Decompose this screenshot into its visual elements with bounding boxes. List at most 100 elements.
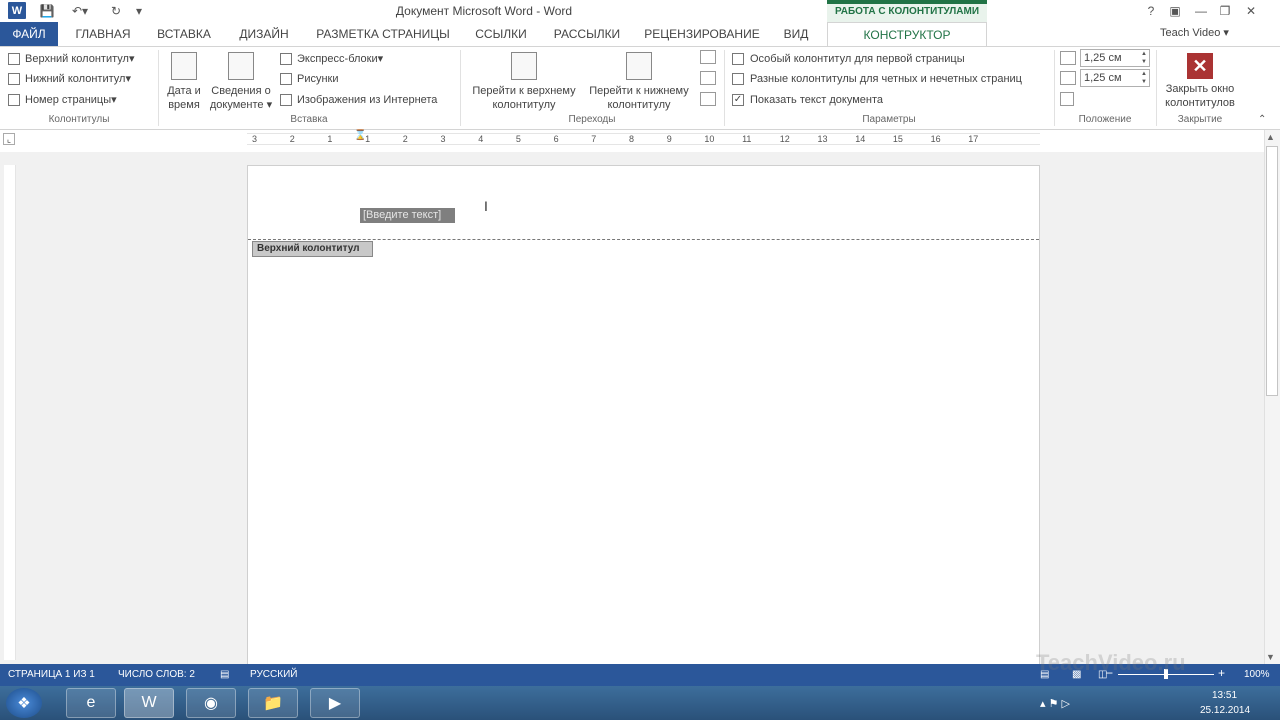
ruler-tick-label: 5: [515, 134, 521, 144]
go-to-footer-icon: [626, 52, 652, 80]
spinner-arrows-icon[interactable]: ▲ ▼: [1141, 50, 1147, 66]
group-label-close: Закрытие: [1177, 114, 1223, 125]
word-count[interactable]: ЧИСЛО СЛОВ: 2: [118, 669, 195, 680]
ruler-tick-label: 1: [327, 134, 333, 144]
ruler-tick-label: 3: [252, 134, 258, 144]
tab-selector-icon[interactable]: ⌞: [3, 133, 15, 145]
indent-marker-icon[interactable]: ⌛: [354, 130, 366, 141]
document-page[interactable]: [247, 165, 1040, 665]
quick-parts-dropdown[interactable]: Экспресс-блоки ▾: [280, 49, 383, 68]
language-indicator[interactable]: РУССКИЙ: [250, 669, 297, 680]
user-account[interactable]: Teach Video ▾: [1160, 26, 1229, 39]
previous-section-icon[interactable]: [700, 50, 716, 64]
scrollbar-thumb[interactable]: [1266, 146, 1278, 396]
header-tag-label: Верхний колонтитул: [252, 241, 373, 257]
zoom-in-icon[interactable]: +: [1218, 666, 1225, 680]
calendar-icon: [171, 52, 197, 80]
window-title: Документ Microsoft Word - Word: [395, 4, 573, 18]
different-first-page-checkbox[interactable]: Особый колонтитул для первой страницы: [732, 49, 965, 68]
document-info-icon: [228, 52, 254, 80]
show-document-text-checkbox[interactable]: ✓ Показать текст документа: [732, 90, 883, 109]
go-to-footer-button[interactable]: Перейти к нижнему колонтитулу: [582, 52, 696, 112]
footer-icon: [8, 72, 20, 85]
ribbon-display-options-icon[interactable]: ▣: [1164, 2, 1186, 20]
group-label-headers-footers: Колонтитулы: [48, 114, 110, 125]
pictures-button[interactable]: Рисунки: [280, 69, 339, 88]
pictures-icon: [280, 72, 292, 85]
date-time-button[interactable]: Дата и время: [163, 52, 205, 112]
go-to-header-icon: [511, 52, 537, 80]
ruler-tick-label: 14: [855, 134, 866, 144]
footer-position-spinner[interactable]: 1,25 см ▲ ▼: [1080, 69, 1150, 87]
vertical-ruler[interactable]: [4, 165, 16, 660]
checkbox-unchecked: [732, 72, 744, 85]
ruler-tick-label: 13: [817, 134, 828, 144]
internet-explorer-icon[interactable]: e: [66, 688, 116, 718]
tab-home[interactable]: ГЛАВНАЯ: [66, 22, 140, 46]
group-label-options: Параметры: [862, 114, 916, 125]
zoom-level[interactable]: 100%: [1244, 669, 1270, 680]
context-group-label: РАБОТА С КОЛОНТИТУЛАМИ: [827, 4, 987, 22]
chrome-icon[interactable]: ◉: [186, 688, 236, 718]
tab-review[interactable]: РЕЦЕНЗИРОВАНИЕ: [640, 22, 764, 46]
quick-parts-icon: [280, 52, 292, 65]
link-to-previous-icon[interactable]: [700, 92, 716, 106]
start-button-icon[interactable]: ❖: [6, 688, 42, 718]
different-odd-even-checkbox[interactable]: Разные колонтитулы для четных и нечетных…: [732, 69, 1022, 88]
header-boundary-line: [248, 239, 1039, 240]
document-info-button[interactable]: Сведения о документе ▾: [206, 52, 276, 112]
page-count[interactable]: СТРАНИЦА 1 ИЗ 1: [8, 669, 95, 680]
collapse-ribbon-icon[interactable]: ⌃: [1258, 114, 1266, 125]
ruler-tick-label: 4: [478, 134, 484, 144]
file-explorer-icon[interactable]: 📁: [248, 688, 298, 718]
ruler-tick-label: 2: [289, 134, 295, 144]
insert-alignment-tab-icon[interactable]: [1060, 92, 1074, 106]
online-pictures-button[interactable]: Изображения из Интернета: [280, 90, 437, 109]
restore-button[interactable]: ❐: [1214, 2, 1236, 20]
page-number-icon: [8, 93, 20, 106]
footer-dropdown[interactable]: Нижний колонтитул ▾: [8, 69, 131, 88]
ruler-tick-label: 3: [440, 134, 446, 144]
page-number-dropdown[interactable]: Номер страницы ▾: [8, 90, 117, 109]
ruler-tick-label: 2: [402, 134, 408, 144]
ruler-tick-label: 10: [704, 134, 715, 144]
group-label-insert: Вставка: [290, 114, 328, 125]
header-text-placeholder[interactable]: [Введите текст]: [360, 208, 455, 223]
ruler-tick-label: 9: [666, 134, 672, 144]
tab-header-footer-design[interactable]: КОНСТРУКТОР: [827, 22, 987, 47]
header-position-spinner[interactable]: 1,25 см ▲ ▼: [1080, 49, 1150, 67]
media-player-icon[interactable]: ▶: [310, 688, 360, 718]
help-button[interactable]: ?: [1140, 2, 1162, 20]
next-section-icon[interactable]: [700, 71, 716, 85]
tab-file[interactable]: ФАЙЛ: [0, 22, 58, 46]
text-cursor-icon: I: [484, 198, 488, 214]
word-taskbar-icon[interactable]: W: [124, 688, 174, 718]
close-header-footer-button[interactable]: Закрыть окно колонтитулов: [1158, 82, 1242, 110]
checkbox-checked-icon: ✓: [732, 93, 744, 106]
ruler-tick-label: 17: [968, 134, 979, 144]
proofing-icon[interactable]: ▤: [220, 669, 229, 680]
spinner-arrows-icon[interactable]: ▲ ▼: [1141, 70, 1147, 86]
clock-time[interactable]: 13:51: [1212, 690, 1237, 701]
ruler-tick-label: 6: [553, 134, 559, 144]
group-label-position: Положение: [1078, 114, 1132, 125]
group-label-navigation: Переходы: [568, 114, 616, 125]
tab-references[interactable]: ССЫЛКИ: [468, 22, 534, 46]
tray-icons[interactable]: ▴ ⚑ ▷: [1040, 697, 1070, 710]
header-dropdown[interactable]: Верхний колонтитул ▾: [8, 49, 134, 68]
go-to-header-button[interactable]: Перейти к верхнему колонтитулу: [464, 52, 584, 112]
tab-view[interactable]: ВИД: [776, 22, 816, 46]
tab-page-layout[interactable]: РАЗМЕТКА СТРАНИЦЫ: [310, 22, 456, 46]
scroll-down-arrow-icon[interactable]: ▼: [1266, 652, 1275, 662]
ruler-tick-label: 12: [779, 134, 790, 144]
header-position-icon: [1060, 51, 1076, 65]
tab-insert[interactable]: ВСТАВКА: [150, 22, 218, 46]
user-name: Teach Video: [1160, 27, 1221, 39]
close-window-button[interactable]: ✕: [1240, 2, 1262, 20]
tab-mailings[interactable]: РАССЫЛКИ: [546, 22, 628, 46]
close-header-footer-icon[interactable]: ✕: [1187, 53, 1213, 79]
scroll-up-arrow-icon[interactable]: ▲: [1266, 132, 1275, 142]
tab-design[interactable]: ДИЗАЙН: [230, 22, 298, 46]
clock-date[interactable]: 25.12.2014: [1200, 705, 1250, 716]
minimize-button[interactable]: —: [1190, 2, 1212, 20]
